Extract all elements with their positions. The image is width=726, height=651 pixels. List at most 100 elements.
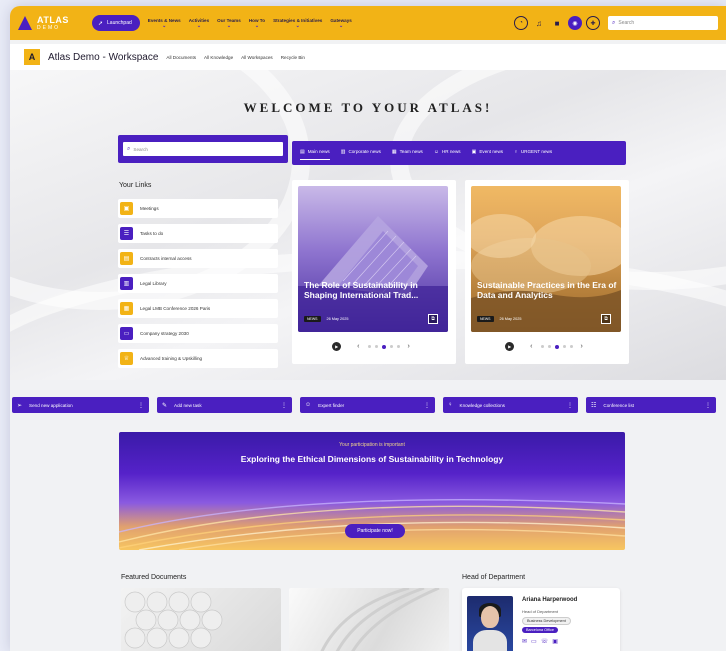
conference-list-button[interactable]: ☷ Conference list ⋮ bbox=[586, 397, 716, 413]
nav-item-how-to[interactable]: How To ⌄ bbox=[249, 18, 265, 29]
settings-icon[interactable]: ✚ bbox=[586, 16, 600, 30]
featured-document-card[interactable] bbox=[121, 588, 281, 651]
profile-icon[interactable]: ◉ bbox=[568, 16, 582, 30]
link-training[interactable]: ♕ Advanced training & Upskilling bbox=[118, 349, 278, 368]
building-icon: ▥ bbox=[340, 148, 346, 155]
nav-label: How To bbox=[248, 17, 266, 23]
more-icon[interactable]: ⋮ bbox=[138, 402, 144, 409]
launchpad-label: Launchpad bbox=[107, 20, 132, 26]
tab-label: Team news bbox=[399, 149, 423, 154]
share-icon[interactable]: ⧉ bbox=[601, 314, 611, 324]
news-tabs: ▤ Main news ▥ Corporate news ▦ Team news ☺ H… bbox=[292, 141, 626, 165]
phone-icon[interactable]: ☏ bbox=[541, 638, 549, 645]
your-links-title: Your Links bbox=[119, 182, 152, 189]
chevron-down-icon: ⌄ bbox=[254, 22, 260, 29]
featured-document-card[interactable] bbox=[289, 588, 449, 651]
link-strategy[interactable]: ▭ Company strategy 2030 bbox=[118, 324, 278, 343]
alert-icon: ♀ bbox=[514, 148, 518, 155]
chevron-right-icon[interactable]: › bbox=[408, 343, 410, 350]
carousel-dot[interactable] bbox=[569, 345, 573, 348]
knowledge-collections-button[interactable]: ♀ Knowledge collections ⋮ bbox=[443, 397, 578, 413]
main-search-input[interactable]: ⌕ Search bbox=[123, 142, 283, 156]
team-icon: ▦ bbox=[391, 148, 397, 155]
tab-main-news[interactable]: ▤ Main news bbox=[300, 149, 330, 160]
quick-action-label: Add new task bbox=[174, 402, 202, 408]
tab-corporate-news[interactable]: ▥ Corporate news bbox=[341, 149, 381, 158]
more-icon[interactable]: ⋮ bbox=[424, 402, 430, 409]
tab-urgent-news[interactable]: ♀ URGENT news bbox=[514, 149, 552, 158]
share-icon[interactable]: ⧉ bbox=[428, 314, 438, 324]
trophy-icon: ♕ bbox=[120, 352, 133, 365]
send-application-button[interactable]: ➢ Send new application ⋮ bbox=[12, 397, 149, 413]
link-meetings[interactable]: ▣ Meetings bbox=[118, 199, 278, 218]
chart-icon[interactable]: ◔ bbox=[514, 16, 528, 30]
nav-item-events-news[interactable]: Events & News ⌄ bbox=[148, 18, 181, 29]
carousel-dot[interactable] bbox=[374, 345, 378, 348]
mail-icon[interactable]: ✉ bbox=[522, 638, 527, 645]
add-task-button[interactable]: ✎ Add new task ⋮ bbox=[157, 397, 292, 413]
news-card[interactable]: Sustainable Practices in the Era of Data… bbox=[465, 180, 629, 364]
search-placeholder: Search bbox=[133, 146, 148, 152]
nav-item-gateways[interactable]: Gateways ⌄ bbox=[330, 18, 351, 29]
play-icon[interactable]: ▶ bbox=[332, 342, 342, 351]
chevron-left-icon[interactable]: ‹ bbox=[357, 343, 359, 350]
carousel-dot[interactable] bbox=[389, 345, 393, 348]
carousel-dot-active[interactable] bbox=[381, 344, 386, 349]
more-icon[interactable]: ⋮ bbox=[567, 402, 573, 409]
tab-label: Corporate news bbox=[348, 149, 381, 154]
participate-button[interactable]: Participate now! bbox=[345, 524, 405, 538]
nav-label: Strategies & Initiatives bbox=[273, 17, 323, 23]
launchpad-button[interactable]: ➚ Launchpad bbox=[92, 15, 140, 31]
bell-icon[interactable]: ♫ bbox=[532, 16, 546, 30]
nav-item-activities[interactable]: Activities ⌄ bbox=[189, 18, 209, 29]
nav-item-our-teams[interactable]: Our Teams ⌄ bbox=[217, 18, 241, 29]
head-of-department-card[interactable]: Ariana Harperwood Head of Department Bus… bbox=[462, 588, 620, 651]
event-banner: Your participation is important Explorin… bbox=[119, 432, 625, 550]
link-contracts[interactable]: ▤ Contracts internal access bbox=[118, 249, 278, 268]
more-icon[interactable]: ⋮ bbox=[705, 402, 711, 409]
task-add-icon: ✎ bbox=[162, 402, 168, 409]
carousel-dot[interactable] bbox=[367, 345, 371, 348]
carousel-dot[interactable] bbox=[396, 345, 400, 348]
tab-team-news[interactable]: ▦ Team news bbox=[392, 149, 423, 158]
tab-label: Event news bbox=[479, 149, 504, 154]
workspace-title[interactable]: Atlas Demo - Workspace bbox=[48, 52, 158, 63]
carousel-dot[interactable] bbox=[562, 345, 566, 348]
hexagon-pattern-image bbox=[124, 591, 223, 649]
expert-finder-button[interactable]: ☺ Expert finder ⋮ bbox=[300, 397, 435, 413]
rocket-icon: ➚ bbox=[98, 20, 104, 27]
link-recycle-bin[interactable]: Recycle Bin bbox=[281, 55, 305, 60]
global-search-input[interactable]: ⌕ Search bbox=[608, 16, 718, 30]
chat-icon[interactable]: ▭ bbox=[531, 638, 537, 645]
nav-item-strategies[interactable]: Strategies & Initiatives ⌄ bbox=[273, 18, 322, 29]
link-tasks[interactable]: ☰ Tasks to do bbox=[118, 224, 278, 243]
atlas-logo[interactable]: ATLAS DEMO bbox=[16, 14, 88, 32]
link-conference[interactable]: ▦ Legal LMB Conference 2026 Paris bbox=[118, 299, 278, 318]
people-icon: ☺ bbox=[305, 402, 312, 408]
link-all-documents[interactable]: All Documents bbox=[166, 55, 196, 60]
main-search: ⌕ Search bbox=[118, 135, 288, 163]
person-role: Head of Department bbox=[522, 609, 559, 614]
carousel-dot[interactable] bbox=[547, 345, 551, 348]
more-icon[interactable]: ⋮ bbox=[281, 402, 287, 409]
meeting-icon: ▣ bbox=[120, 202, 133, 215]
chevron-down-icon: ⌄ bbox=[226, 22, 232, 29]
news-card[interactable]: The Role of Sustainability in Shaping In… bbox=[292, 180, 456, 364]
carousel-dot-active[interactable] bbox=[554, 344, 559, 349]
link-all-knowledge[interactable]: All Knowledge bbox=[204, 55, 233, 60]
carousel-dot[interactable] bbox=[540, 345, 544, 348]
link-legal-library[interactable]: ▥ Legal Library bbox=[118, 274, 278, 293]
search-placeholder: Search bbox=[618, 20, 635, 26]
chat-icon[interactable]: ■ bbox=[550, 16, 564, 30]
play-icon[interactable]: ▶ bbox=[505, 342, 515, 351]
news-tag: NEWS bbox=[477, 316, 494, 322]
chevron-right-icon[interactable]: › bbox=[581, 343, 583, 350]
tab-event-news[interactable]: ▣ Event news bbox=[472, 149, 503, 158]
tab-hr-news[interactable]: ☺ HR news bbox=[434, 149, 461, 158]
banner-title: Exploring the Ethical Dimensions of Sust… bbox=[240, 454, 504, 464]
chevron-left-icon[interactable]: ‹ bbox=[530, 343, 532, 350]
link-all-workspaces[interactable]: All Workspaces bbox=[241, 55, 273, 60]
news-date: 26 May 2025 bbox=[499, 317, 522, 321]
profile-card-icon[interactable]: ▣ bbox=[552, 638, 558, 645]
your-links-list: ▣ Meetings ☰ Tasks to do ▤ Contracts int… bbox=[118, 199, 278, 374]
